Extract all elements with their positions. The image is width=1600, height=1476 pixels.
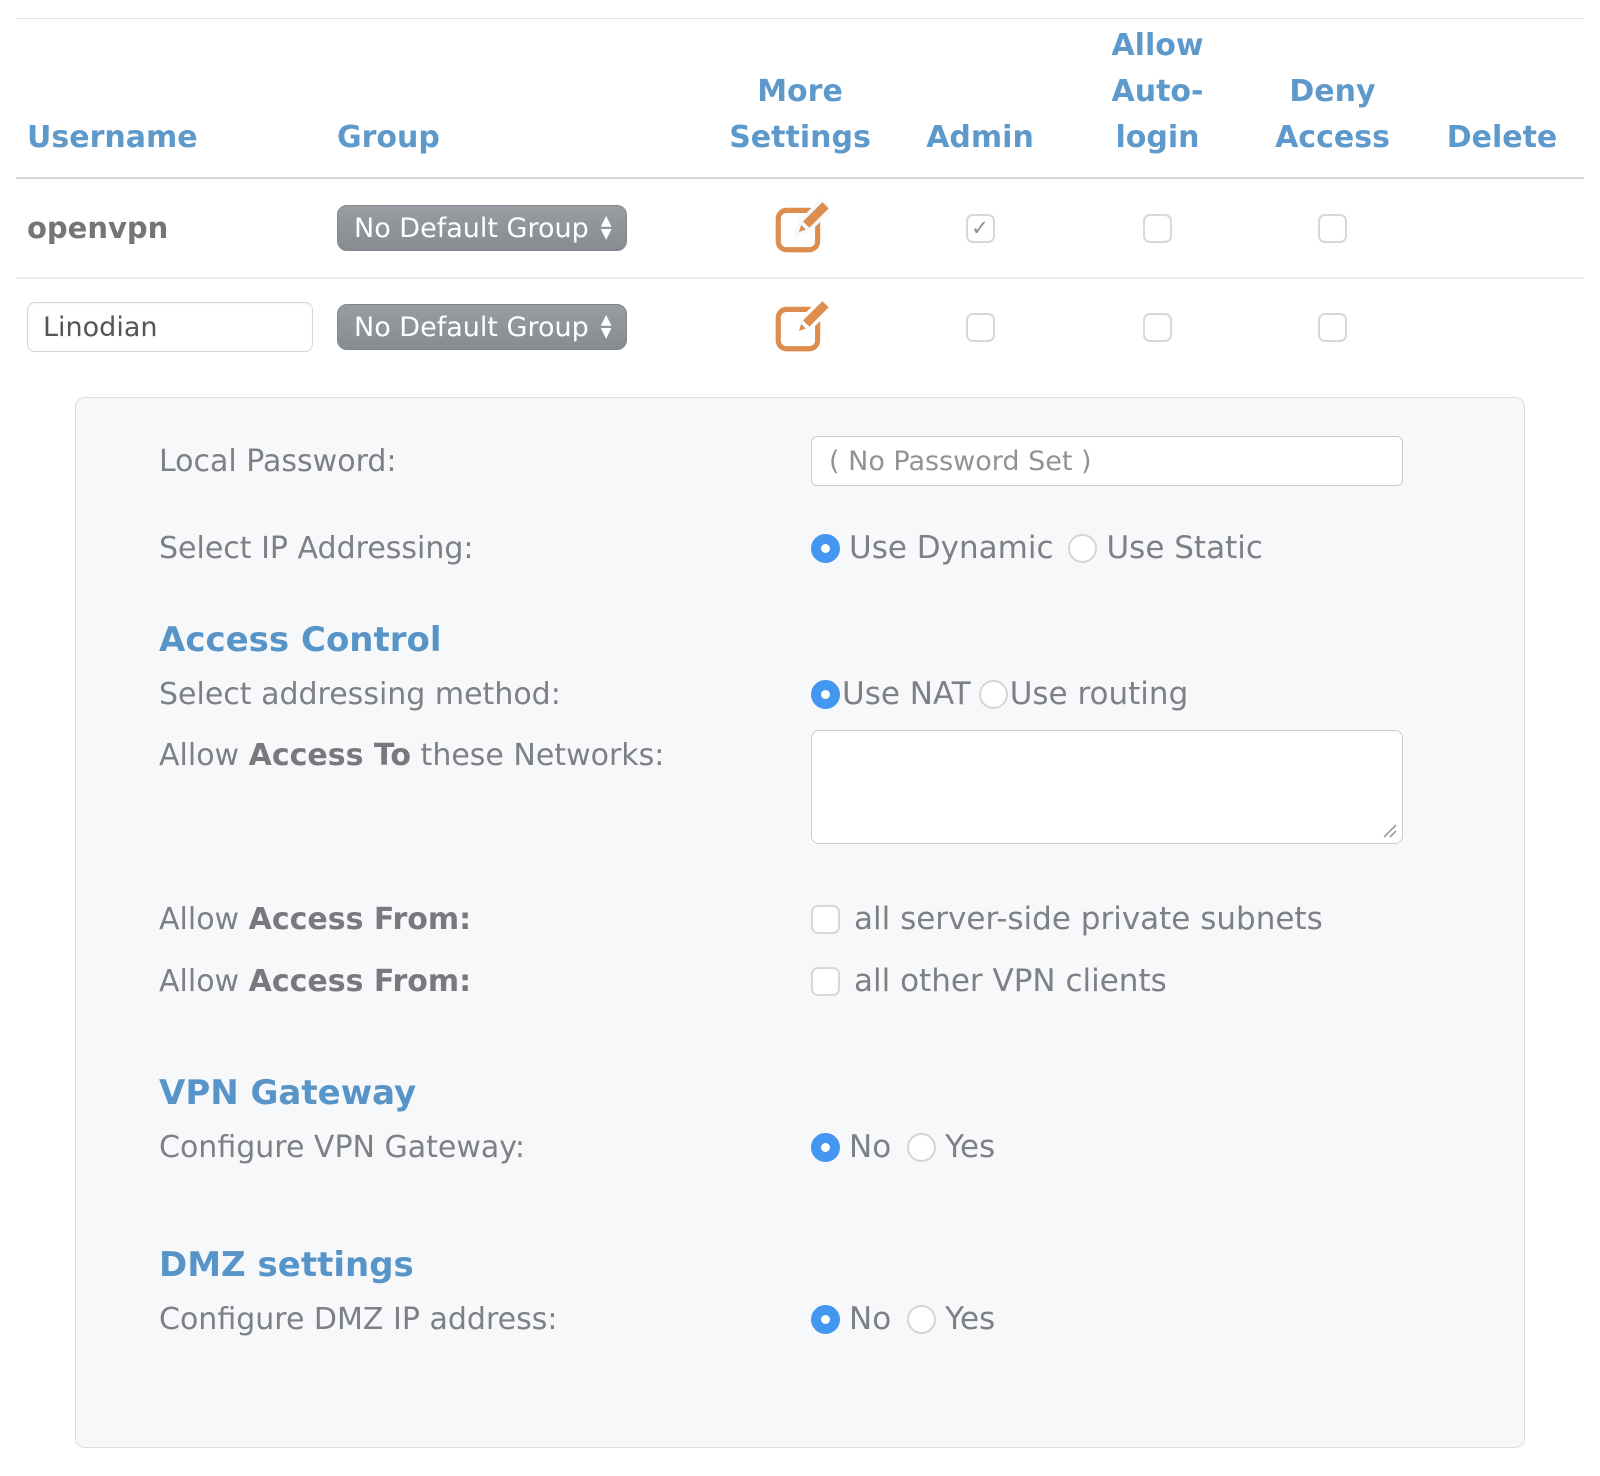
table-row: No Default Group ▲▼ ✓	[16, 279, 1584, 375]
group-select-value: No Default Group	[354, 312, 589, 343]
group-select[interactable]: No Default Group ▲▼	[337, 304, 627, 350]
ip-addressing-label: Select IP Addressing:	[159, 531, 811, 566]
col-header-delete: Delete	[1420, 19, 1584, 177]
col-header-more-settings: More Settings	[710, 19, 890, 177]
access-from-subnets-label: all server-side private subnets	[854, 901, 1323, 937]
username-text: openvpn	[27, 211, 168, 245]
dmz-yes-radio[interactable]	[907, 1305, 936, 1334]
more-settings-button[interactable]	[771, 298, 829, 356]
deny-access-checkbox[interactable]: ✓	[1318, 214, 1347, 243]
dmz-no-label: No	[849, 1301, 891, 1337]
deny-access-checkbox[interactable]: ✓	[1318, 313, 1347, 342]
col-header-admin: Admin	[890, 19, 1070, 177]
use-static-radio[interactable]	[1068, 534, 1097, 563]
configure-vpn-gateway-label: Configure VPN Gateway:	[159, 1130, 811, 1165]
access-from-subnets-checkbox[interactable]: ✓	[811, 905, 840, 934]
allow-autologin-checkbox[interactable]: ✓	[1143, 313, 1172, 342]
check-icon: ✓	[971, 218, 989, 239]
use-dynamic-radio[interactable]	[811, 534, 840, 563]
access-from-label: Allow Access From:	[159, 964, 811, 999]
vpn-gateway-no-label: No	[849, 1129, 891, 1165]
table-header-row: Username Group More Settings Admin Allow…	[16, 19, 1584, 179]
access-from-clients-checkbox[interactable]: ✓	[811, 967, 840, 996]
use-static-label: Use Static	[1106, 530, 1262, 566]
use-routing-radio[interactable]	[979, 680, 1008, 709]
select-arrows-icon: ▲▼	[601, 215, 612, 241]
dmz-no-radio[interactable]	[811, 1305, 840, 1334]
access-to-networks-textarea[interactable]	[811, 730, 1403, 844]
access-from-clients-label: all other VPN clients	[854, 963, 1167, 999]
addressing-method-label: Select addressing method:	[159, 677, 811, 712]
access-from-label: Allow Access From:	[159, 902, 811, 937]
group-select-value: No Default Group	[354, 213, 589, 244]
local-password-input[interactable]	[811, 436, 1403, 486]
use-dynamic-label: Use Dynamic	[849, 530, 1053, 566]
vpn-gateway-heading: VPN Gateway	[159, 1071, 1484, 1115]
col-header-allow-autologin: Allow Auto- login	[1070, 19, 1245, 177]
local-password-label: Local Password:	[159, 444, 811, 479]
username-input[interactable]	[27, 302, 313, 352]
more-settings-button[interactable]	[771, 199, 829, 257]
access-to-networks-label: Allow Access To these Networks:	[159, 730, 811, 773]
access-control-heading: Access Control	[159, 618, 1484, 662]
edit-icon	[771, 298, 829, 356]
use-routing-label: Use routing	[1010, 676, 1189, 712]
use-nat-label: Use NAT	[842, 676, 971, 712]
dmz-yes-label: Yes	[945, 1301, 995, 1337]
table-row: openvpn No Default Group ▲▼	[16, 179, 1584, 279]
configure-dmz-label: Configure DMZ IP address:	[159, 1302, 811, 1337]
use-nat-radio[interactable]	[811, 680, 840, 709]
col-header-group: Group	[330, 19, 710, 177]
col-header-username: Username	[16, 19, 330, 177]
col-header-deny-access: Deny Access	[1245, 19, 1420, 177]
allow-autologin-checkbox[interactable]: ✓	[1143, 214, 1172, 243]
admin-checkbox[interactable]: ✓	[966, 313, 995, 342]
dmz-settings-heading: DMZ settings	[159, 1243, 1484, 1287]
user-permissions-table: Username Group More Settings Admin Allow…	[16, 18, 1584, 375]
user-settings-panel: Local Password: Select IP Addressing: Us…	[75, 397, 1525, 1448]
admin-checkbox[interactable]: ✓	[966, 214, 995, 243]
group-select[interactable]: No Default Group ▲▼	[337, 205, 627, 251]
vpn-gateway-no-radio[interactable]	[811, 1133, 840, 1162]
select-arrows-icon: ▲▼	[601, 314, 612, 340]
vpn-gateway-yes-label: Yes	[945, 1129, 995, 1165]
edit-icon	[771, 199, 829, 257]
vpn-gateway-yes-radio[interactable]	[907, 1133, 936, 1162]
